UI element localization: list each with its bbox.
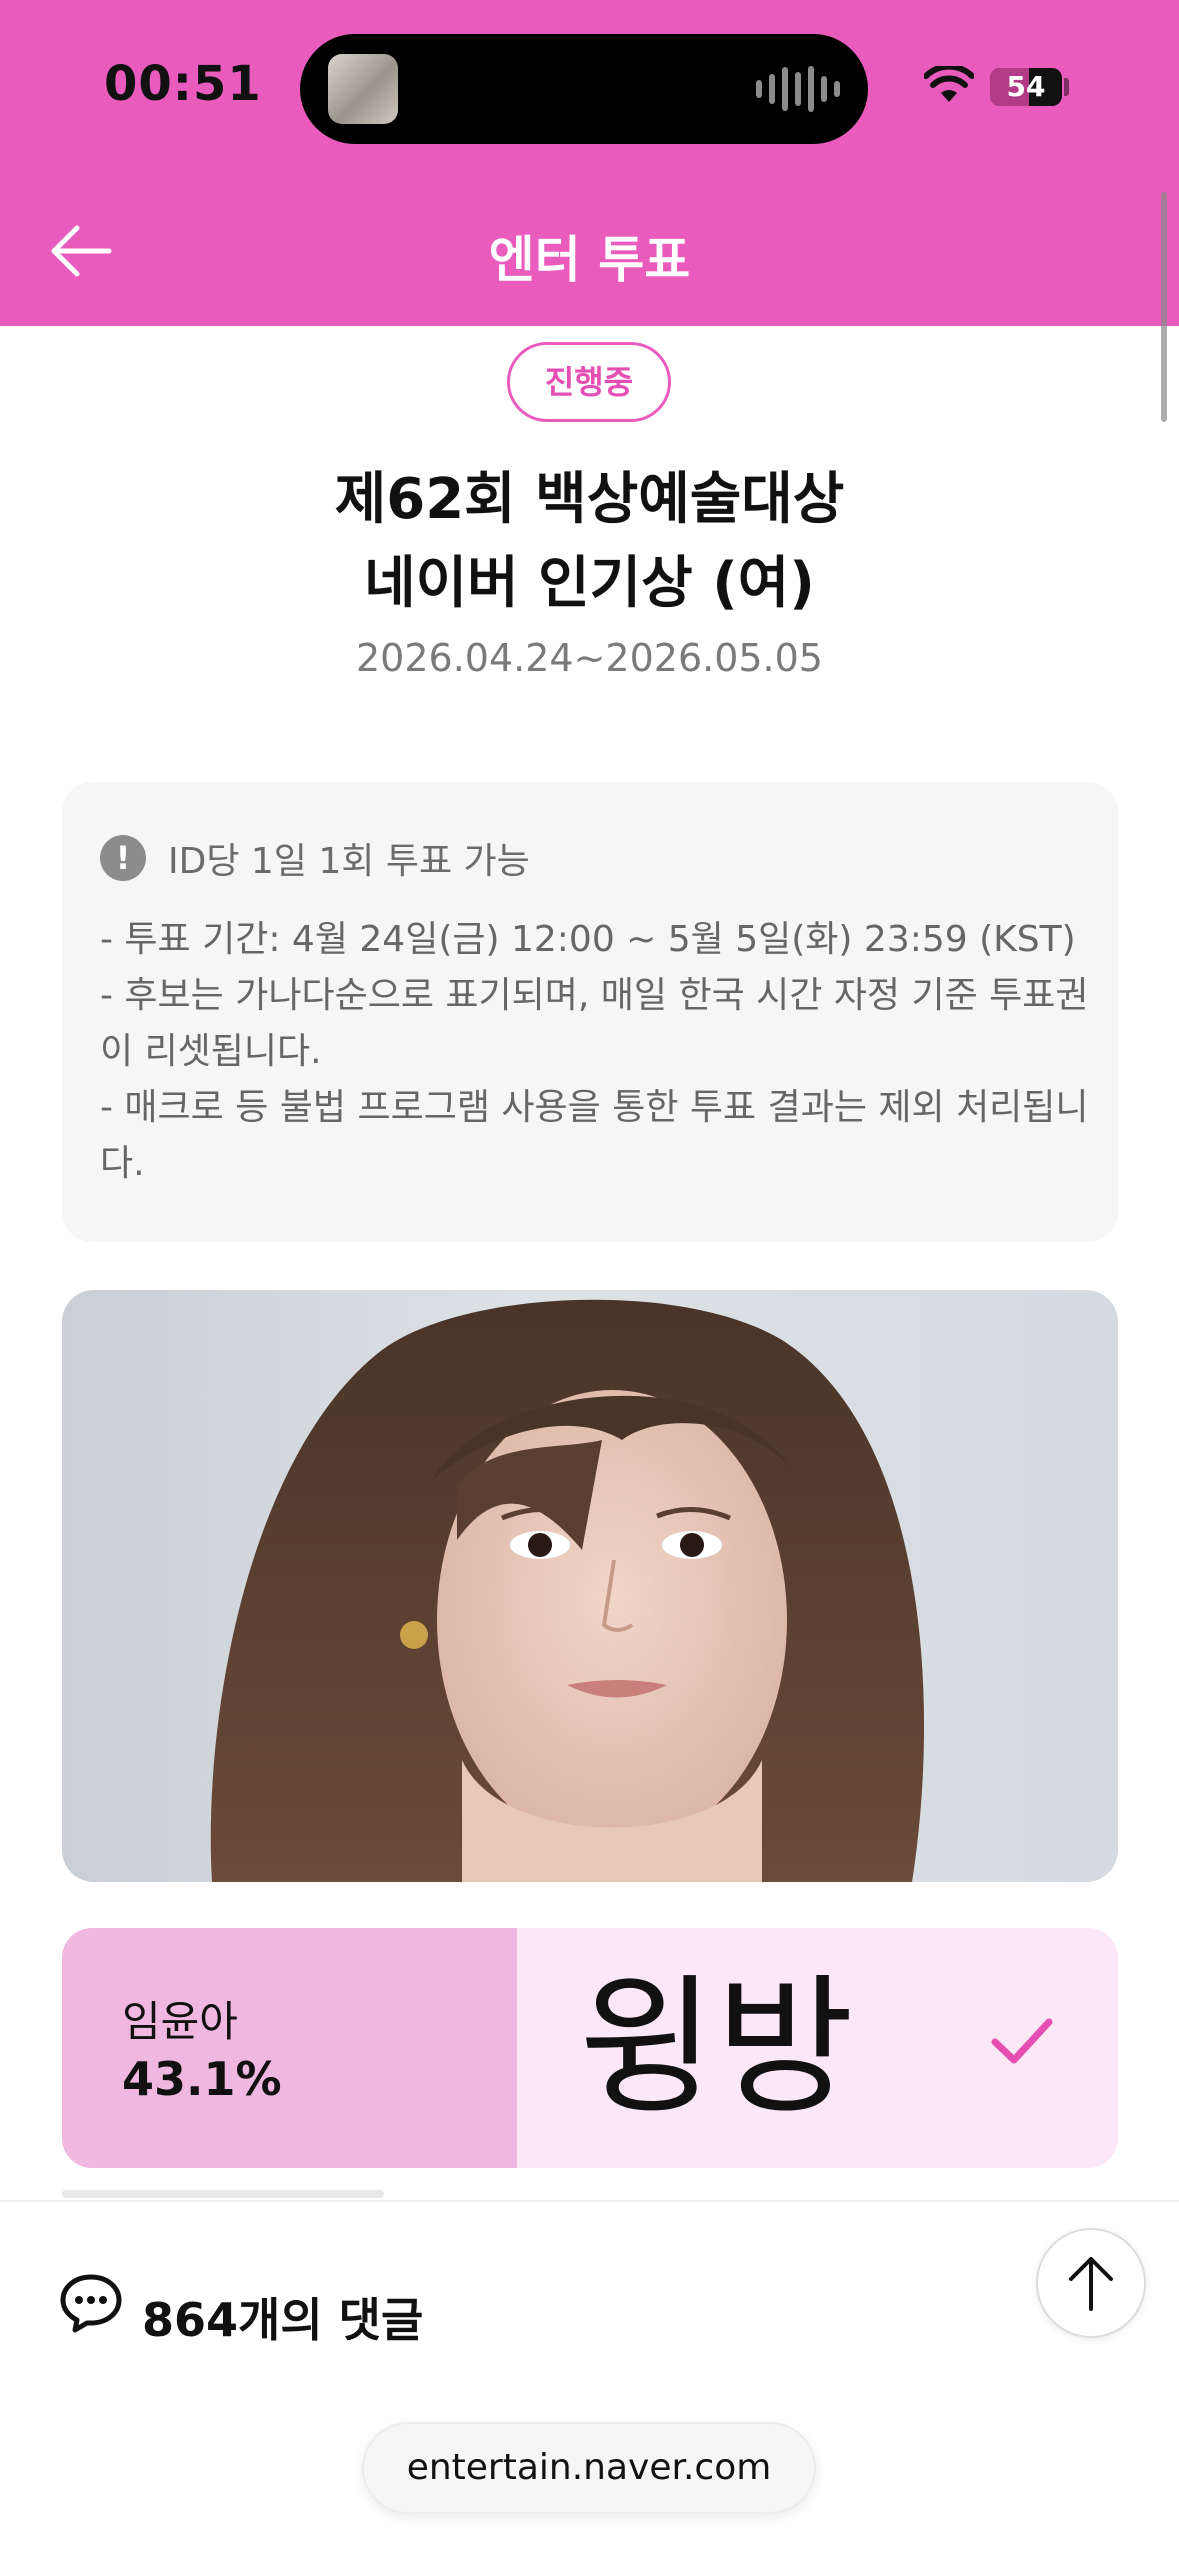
comment-count-button[interactable]: 864개의 댓글 — [142, 2284, 423, 2350]
notice-line: - 매크로 등 불법 프로그램 사용을 통한 투표 결과는 제외 처리됩니다. — [100, 1087, 1089, 1184]
candidate-photo[interactable] — [62, 1290, 1118, 1882]
battery-tip — [1064, 78, 1069, 96]
audio-waveform-icon — [756, 66, 840, 112]
vote-status-badge: 진행중 — [507, 342, 671, 422]
candidate-result-card[interactable]: 임윤아 43.1% 윙방 — [62, 1928, 1118, 2168]
candidate-name: 임윤아 — [122, 1997, 238, 2046]
scrollbar[interactable] — [1161, 192, 1167, 422]
browser-url-bar[interactable]: entertain.naver.com — [362, 2422, 816, 2514]
scroll-to-top-button[interactable] — [1036, 2228, 1146, 2338]
page-title: 엔터 투표 — [488, 231, 691, 289]
notice-line: - 후보는 가나다순으로 표기되며, 매일 한국 시간 자정 기준 투표권이 리… — [100, 975, 1089, 1072]
notice-headline: ID당 1일 1회 투표 가능 — [168, 841, 530, 882]
notice-card: ! ID당 1일 1회 투표 가능 - 투표 기간: 4월 24일(금) 12:… — [62, 782, 1118, 1242]
battery-icon: 54 — [990, 68, 1062, 106]
wifi-icon — [924, 66, 974, 102]
header-bar: 00:51 54 엔터 투표 — [0, 0, 1179, 326]
battery-percent: 54 — [1006, 70, 1046, 103]
candidate-percent: 43.1% — [122, 2052, 282, 2106]
next-candidate-card-peek — [62, 2190, 384, 2198]
notice-body: - 투표 기간: 4월 24일(금) 12:00 ~ 5월 5일(화) 23:5… — [100, 912, 1100, 1192]
notice-line: - 투표 기간: 4월 24일(금) 12:00 ~ 5월 5일(화) 23:5… — [100, 919, 1076, 960]
status-time: 00:51 — [104, 56, 262, 112]
notice-header: ! ID당 1일 1회 투표 가능 — [100, 832, 530, 884]
vote-title: 제62회 백상예술대상 네이버 인기상 (여) — [0, 458, 1179, 626]
now-playing-thumbnail — [328, 54, 398, 124]
check-icon — [991, 2018, 1053, 2064]
app-root: 00:51 54 엔터 투표 진행중 제62회 백상예술대상 네이버 인기상 (… — [0, 0, 1179, 2556]
vote-date-range: 2026.04.24~2026.05.05 — [356, 636, 823, 680]
comment-bar: 864개의 댓글 entertain.naver.com — [0, 2200, 1179, 2556]
dynamic-island[interactable] — [300, 34, 868, 144]
alert-icon: ! — [100, 835, 146, 881]
arrow-up-icon — [1069, 2257, 1113, 2311]
candidate-portrait-image — [210, 1299, 925, 1882]
vote-title-line1: 제62회 백상예술대상 — [334, 467, 845, 532]
comment-icon[interactable] — [58, 2272, 124, 2334]
vote-title-line2: 네이버 인기상 (여) — [364, 551, 815, 616]
candidate-ment: 윙방 — [578, 1961, 855, 2135]
